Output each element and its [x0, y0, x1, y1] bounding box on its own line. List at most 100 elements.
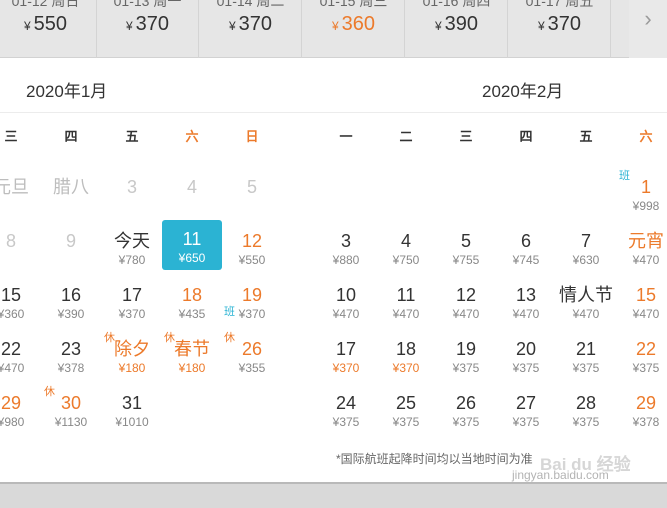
work-day-tag: 班 [619, 170, 630, 182]
calendar-day[interactable]: 28 ¥375 [556, 388, 616, 438]
date-cell[interactable]: 01-12 周日 ¥550 [0, 0, 97, 58]
calendar-day[interactable]: 15 ¥470 [616, 280, 667, 330]
day-label: 情人节 [559, 285, 613, 305]
calendar-day[interactable]: 4 ¥750 [376, 226, 436, 276]
calendar-day[interactable]: 26 ¥375 [436, 388, 496, 438]
day-price: ¥998 [632, 199, 660, 213]
calendar-day[interactable]: 22 ¥470 [0, 334, 41, 384]
calendar-day[interactable]: 情人节 ¥470 [556, 280, 616, 330]
calendar-day: 3 [102, 172, 162, 222]
day-price: ¥375 [512, 361, 540, 375]
date-cell-label: 01-17 周五 [525, 0, 594, 9]
calendar-panel: 2020年1月 2020年2月 三 四 五 六 日元旦 腊八 3 4 5 8 9 今天 ¥780 11 ¥6… [0, 58, 667, 482]
date-cell-label: 01-14 周二 [216, 0, 285, 9]
calendar-day[interactable]: 31 ¥1010 [102, 388, 162, 438]
weekday-header: 六 [639, 129, 653, 144]
date-cell-price: ¥370 [97, 13, 198, 36]
calendar-day[interactable]: 21 ¥375 [556, 334, 616, 384]
calendar-day[interactable]: 11 ¥650 [162, 220, 222, 270]
weekday-header: 日 [245, 129, 259, 144]
date-price-strip: 01-12 周日 ¥550 01-13 周一 ¥370 01-14 周二 ¥370 01-1… [0, 0, 667, 58]
calendar-day[interactable]: 29 ¥980 [0, 388, 41, 438]
calendar-day[interactable]: 13 ¥470 [496, 280, 556, 330]
day-label: 29 [635, 393, 657, 413]
bottom-bar [0, 482, 667, 508]
day-price: ¥375 [572, 361, 600, 375]
yen-symbol: ¥ [125, 19, 133, 33]
price-value: 370 [547, 13, 582, 35]
day-label: 31 [121, 393, 143, 413]
day-price: ¥375 [512, 415, 540, 429]
price-value: 550 [33, 13, 68, 35]
calendar-day[interactable]: 25 ¥375 [376, 388, 436, 438]
day-price: ¥375 [332, 415, 360, 429]
calendar-day[interactable]: 10 ¥470 [316, 280, 376, 330]
day-price: ¥470 [632, 307, 660, 321]
day-label: 16 [60, 285, 82, 305]
weekday-header: 五 [579, 129, 593, 144]
calendar-day[interactable]: 19 ¥375 [436, 334, 496, 384]
calendar-day[interactable]: 22 ¥375 [616, 334, 667, 384]
calendar-day[interactable]: 15 ¥360 [0, 280, 41, 330]
date-cell[interactable]: 01-14 周二 ¥370 [200, 0, 302, 58]
calendar-day[interactable]: 3 ¥880 [316, 226, 376, 276]
day-label: 4 [400, 231, 411, 251]
calendar-day[interactable]: 24 ¥375 [316, 388, 376, 438]
calendar-day[interactable]: 7 ¥630 [556, 226, 616, 276]
calendar-day[interactable]: 腊八 [41, 172, 101, 222]
watermark-url: jingyan.baidu.com [512, 468, 609, 482]
calendar-day[interactable]: 17 ¥370 [102, 280, 162, 330]
day-price: ¥1130 [54, 415, 88, 429]
day-label: 元旦 [0, 177, 29, 197]
day-price: ¥378 [57, 361, 85, 375]
price-value: 370 [238, 13, 273, 35]
calendar-day[interactable]: 今天 ¥780 [102, 226, 162, 276]
calendar-day[interactable]: 20 ¥375 [496, 334, 556, 384]
date-cell[interactable]: 01-15 周三 ¥360 [303, 0, 405, 58]
day-price: ¥390 [57, 307, 85, 321]
day-price: ¥375 [392, 415, 420, 429]
calendar-day[interactable]: 5 ¥755 [436, 226, 496, 276]
day-price: ¥880 [332, 253, 360, 267]
yen-symbol: ¥ [331, 19, 339, 33]
calendar-day[interactable]: 27 ¥375 [496, 388, 556, 438]
day-price: ¥375 [452, 415, 480, 429]
day-label: 25 [395, 393, 417, 413]
date-cell-price: ¥370 [200, 13, 301, 36]
calendar-day[interactable]: 19 ¥370 [222, 280, 282, 330]
calendar-day[interactable]: 18 ¥370 [376, 334, 436, 384]
calendar-day[interactable]: 6 ¥745 [496, 226, 556, 276]
calendar-day[interactable]: 23 ¥378 [41, 334, 101, 384]
rest-day-tag: 休 [164, 332, 175, 344]
day-price: ¥370 [118, 307, 146, 321]
chevron-right-icon[interactable]: › [629, 0, 667, 58]
calendar-day[interactable]: 12 ¥470 [436, 280, 496, 330]
day-price: ¥755 [452, 253, 480, 267]
calendar-day[interactable]: 18 ¥435 [162, 280, 222, 330]
day-price: ¥470 [452, 307, 480, 321]
day-label: 12 [455, 285, 477, 305]
date-cell[interactable]: 01-13 周一 ¥370 [97, 0, 199, 58]
calendar-day[interactable]: 29 ¥378 [616, 388, 667, 438]
calendar-day[interactable]: 17 ¥370 [316, 334, 376, 384]
day-label: 元宵 [628, 231, 664, 251]
day-price: ¥375 [572, 415, 600, 429]
calendar-day[interactable]: 元旦 [0, 172, 41, 222]
price-value: 360 [341, 13, 376, 35]
calendar-divider [0, 112, 667, 113]
timezone-note: *国际航班起降时间均以当地时间为准 [336, 452, 533, 466]
calendar-day: 5 [222, 172, 282, 222]
day-label: 15 [635, 285, 657, 305]
day-label: 8 [5, 231, 16, 251]
day-price: ¥355 [238, 361, 266, 375]
date-cell[interactable]: 01-16 周四 ¥390 [406, 0, 508, 58]
calendar-day: 4 [162, 172, 222, 222]
calendar-day[interactable]: 12 ¥550 [222, 226, 282, 276]
calendar-day[interactable]: 16 ¥390 [41, 280, 101, 330]
weekday-header: 六 [185, 129, 199, 144]
day-label: 15 [0, 285, 22, 305]
calendar-day[interactable]: 元宵 ¥470 [616, 226, 667, 276]
calendar-day[interactable]: 11 ¥470 [376, 280, 436, 330]
date-cell[interactable]: 01-17 周五 ¥370 [509, 0, 611, 58]
yen-symbol: ¥ [228, 19, 236, 33]
